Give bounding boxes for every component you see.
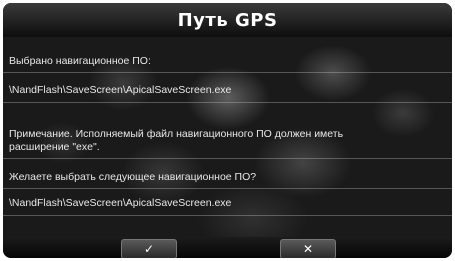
button-bar <box>3 237 452 258</box>
checkmark-icon: ✓ <box>143 242 155 256</box>
note-text-line1: Примечание. Исполняемый файл навигационн… <box>9 128 344 140</box>
question-text: Желаете выбрать следующее навигационное … <box>9 171 257 183</box>
dialog-title: Путь GPS <box>3 3 452 37</box>
divider <box>3 158 452 159</box>
close-icon: ✕ <box>302 242 314 256</box>
gps-path-dialog: Путь GPS Выбрано навигационное ПО: \Nand… <box>3 3 452 258</box>
divider <box>3 72 452 73</box>
divider <box>3 102 452 103</box>
cancel-button[interactable]: ✕ <box>280 239 336 258</box>
divider <box>3 215 452 216</box>
confirm-button[interactable]: ✓ <box>121 239 177 258</box>
selected-software-label: Выбрано навигационное ПО: <box>9 55 151 67</box>
next-software-path[interactable]: \NandFlash\SaveScreen\ApicalSaveScreen.e… <box>9 197 231 210</box>
note-text-line2: расширение "exe". <box>9 141 100 153</box>
divider <box>3 188 452 189</box>
selected-software-path[interactable]: \NandFlash\SaveScreen\ApicalSaveScreen.e… <box>9 84 231 97</box>
